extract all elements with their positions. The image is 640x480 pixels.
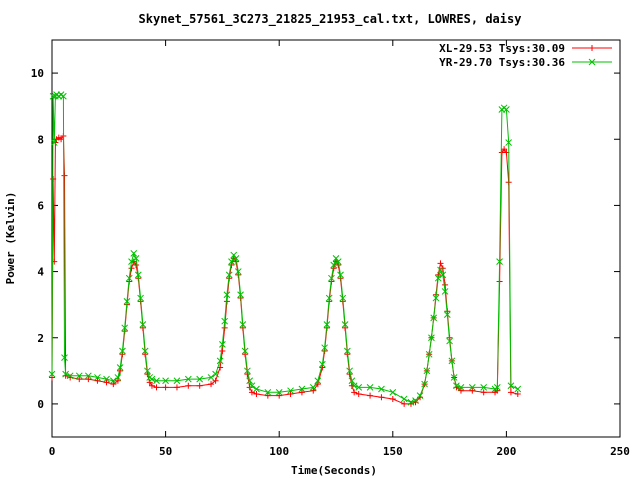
data-point-xl: [276, 392, 283, 399]
data-point-xl: [514, 390, 521, 397]
data-point-xl: [103, 379, 110, 386]
x-tick-label: 100: [269, 445, 289, 458]
data-point-xl: [378, 394, 385, 401]
data-point-xl: [173, 384, 180, 391]
data-point-xl: [389, 395, 396, 402]
y-axis-label: Power (Kelvin): [4, 192, 17, 285]
data-point-yr: [389, 388, 397, 396]
legend-label-xl: XL-29.53 Tsys:30.09: [439, 42, 565, 55]
data-point-xl: [507, 389, 514, 396]
data-point-xl: [85, 376, 92, 383]
data-point-xl: [442, 281, 449, 288]
data-point-xl: [367, 392, 374, 399]
chart-title: Skynet_57561_3C273_21825_21953_cal.txt, …: [139, 12, 522, 27]
x-tick-label: 50: [159, 445, 172, 458]
data-point-xl: [94, 377, 101, 384]
legend: XL-29.53 Tsys:30.09 YR-29.70 Tsys:30.36: [439, 42, 612, 69]
data-point-xl: [185, 382, 192, 389]
data-point-xl: [310, 387, 317, 394]
x-axis-label: Time(Seconds): [291, 464, 377, 477]
data-point-xl: [469, 387, 476, 394]
data-point-xl: [61, 172, 68, 179]
x-tick-label: 150: [383, 445, 403, 458]
x-tick-label: 200: [496, 445, 516, 458]
data-point-xl: [49, 374, 55, 381]
x-tick-label: 250: [610, 445, 630, 458]
x-tick-label: 0: [49, 445, 56, 458]
chart: Skynet_57561_3C273_21825_21953_cal.txt, …: [4, 12, 630, 477]
y-tick-label: 10: [31, 67, 44, 80]
plot-frame: [51, 39, 621, 438]
data-point-xl: [196, 382, 203, 389]
data-point-xl: [480, 389, 487, 396]
data-point-xl: [219, 347, 226, 354]
data-point-xl: [298, 389, 305, 396]
series-yr: [48, 91, 522, 406]
data-point-xl: [287, 390, 294, 397]
y-tick-label: 2: [37, 332, 44, 345]
data-point-xl: [76, 376, 83, 383]
y-tick-label: 4: [37, 266, 44, 279]
legend-marker-xl: [589, 45, 595, 51]
y-tick-label: 6: [37, 199, 44, 212]
legend-label-yr: YR-29.70 Tsys:30.36: [439, 56, 565, 69]
series-layer: [48, 91, 522, 407]
series-xl: [49, 132, 521, 407]
data-point-xl: [128, 265, 135, 272]
data-point-xl: [162, 384, 169, 391]
y-tick-label: 8: [37, 133, 44, 146]
axis-ticks: 0 50 100 150 200 250 0 2 4 6 8 10: [31, 40, 630, 458]
y-tick-label: 0: [37, 398, 44, 411]
series-xl-line: [51, 134, 518, 405]
data-point-xl: [264, 392, 271, 399]
data-point-xl: [401, 400, 408, 407]
data-point-yr: [148, 375, 156, 383]
series-yr-line: [51, 93, 519, 403]
